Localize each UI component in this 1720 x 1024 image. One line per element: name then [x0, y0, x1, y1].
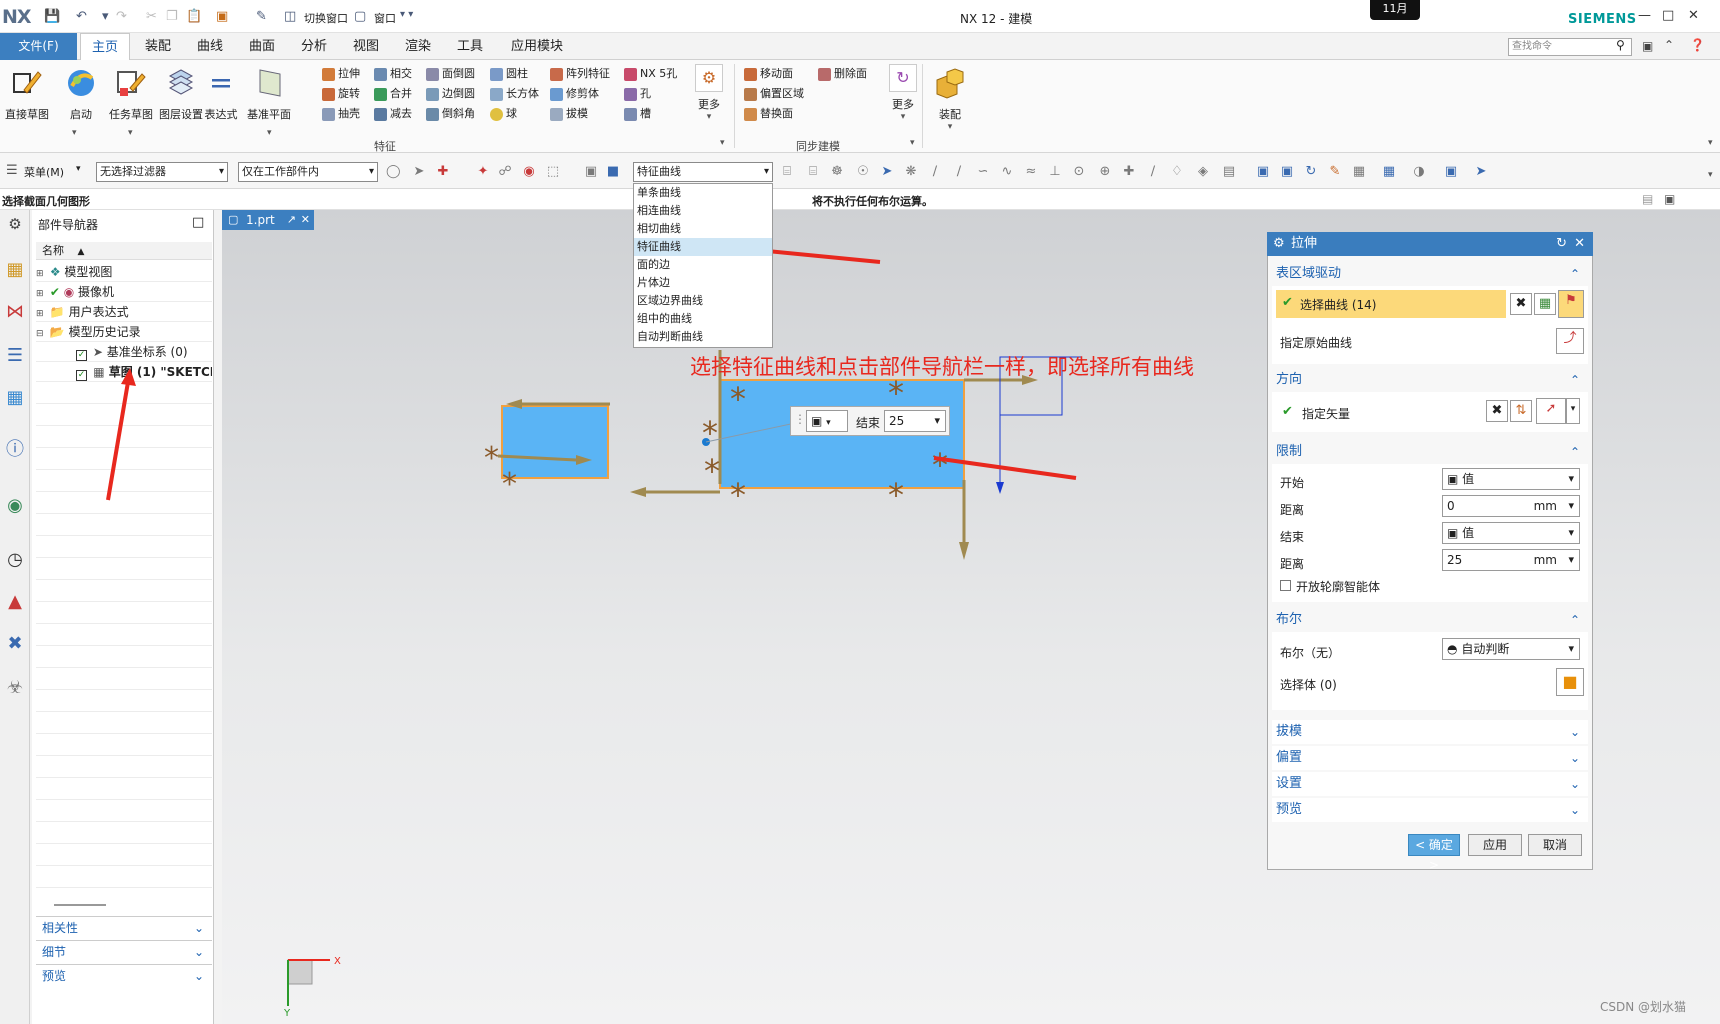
option-sheet-edges[interactable]: 片体边 [634, 274, 772, 292]
cube-icon: ▣ [1447, 472, 1459, 486]
boolean-icon: ◓ [1447, 642, 1458, 656]
section-header-preview[interactable]: 预览 ⌄ [1272, 798, 1588, 822]
close-icon[interactable]: ✕ [1574, 232, 1585, 256]
checkmark-icon: ✔ [1282, 404, 1293, 419]
apply-button[interactable]: 应用 [1468, 834, 1522, 856]
wcs-triad: X Y [283, 956, 341, 1016]
section-header-section[interactable]: 表区域驱动 ⌃ [1272, 262, 1588, 286]
triad-origin [287, 959, 313, 985]
curve-rule-icon[interactable]: ✖ [1510, 293, 1532, 315]
vector-dialog-icon[interactable]: ✖ [1486, 400, 1508, 422]
chevron-down-icon[interactable]: ▾ [1566, 398, 1580, 424]
section-curve-icon[interactable]: ⚑ [1558, 290, 1584, 318]
curve-rule-dropdown-list: 单条曲线 相连曲线 相切曲线 特征曲线 面的边 片体边 区域边界曲线 组中的曲线… [633, 183, 773, 348]
cube-icon: ▣ [1447, 526, 1459, 540]
chevron-down-icon: ⌄ [1569, 751, 1580, 765]
sketch-section-icon[interactable]: ▦ [1534, 293, 1556, 315]
select-curve-row[interactable]: ✔ 选择曲线 (14) [1276, 290, 1506, 318]
chevron-up-icon: ⌃ [1569, 267, 1580, 281]
option-connected-curves[interactable]: 相连曲线 [634, 202, 772, 220]
origin-curve-icon[interactable]: ⤴ [1556, 328, 1584, 354]
end-label: 结束 [1280, 530, 1305, 544]
section-header-boolean[interactable]: 布尔 ⌃ [1272, 608, 1588, 632]
section-header-limits[interactable]: 限制 ⌃ [1272, 440, 1588, 464]
section-header-draft[interactable]: 拔模 ⌄ [1272, 720, 1588, 744]
reverse-direction-icon[interactable]: ⇅ [1510, 400, 1532, 422]
distance-label: 距离 [1280, 503, 1305, 517]
checkmark-icon: ✔ [1282, 295, 1293, 310]
option-curves-in-group[interactable]: 组中的曲线 [634, 310, 772, 328]
y-axis-label: Y [283, 1008, 291, 1016]
option-single-curve[interactable]: 单条曲线 [634, 184, 772, 202]
specify-vector-label: 指定矢量 [1302, 407, 1351, 421]
end-limit-select[interactable]: ▣ 值 [1442, 522, 1580, 544]
inferred-vector-icon[interactable]: ➚ [1536, 398, 1566, 424]
annotation-arrow [106, 381, 130, 501]
chevron-up-icon: ⌃ [1569, 613, 1580, 627]
chevron-down-icon: ⌄ [1569, 777, 1580, 791]
distance-label: 距离 [1280, 557, 1305, 571]
chevron-down-icon: ⌄ [1569, 803, 1580, 817]
ok-button[interactable]: < 确定 > [1408, 834, 1460, 872]
chevron-down-icon: ⌄ [1569, 725, 1580, 739]
select-body-label: 选择体 (0) [1280, 678, 1337, 692]
option-face-edges[interactable]: 面的边 [634, 256, 772, 274]
section-header-direction[interactable]: 方向 ⌃ [1272, 368, 1588, 392]
option-region-boundary[interactable]: 区域边界曲线 [634, 292, 772, 310]
boolean-label: 布尔（无） [1280, 646, 1341, 660]
boolean-select[interactable]: ◓ 自动判断 [1442, 638, 1580, 660]
watermark: CSDN @划水猫 [1600, 1000, 1687, 1014]
arrow-head [121, 368, 136, 386]
chevron-up-icon: ⌃ [1569, 445, 1580, 459]
specify-origin-label: 指定原始曲线 [1280, 336, 1353, 350]
start-limit-select[interactable]: ▣ 值 [1442, 468, 1580, 490]
open-profile-checkbox[interactable] [1280, 580, 1291, 591]
section-header-settings[interactable]: 设置 ⌄ [1272, 772, 1588, 796]
chevron-up-icon: ⌃ [1569, 373, 1580, 387]
start-label: 开始 [1280, 476, 1305, 490]
option-infer-curves[interactable]: 自动判断曲线 [634, 328, 772, 346]
gear-icon[interactable]: ⚙ [1273, 232, 1285, 256]
open-profile-label: 开放轮廓智能体 [1296, 580, 1381, 594]
section-header-offset[interactable]: 偏置 ⌄ [1272, 746, 1588, 770]
option-tangent-curves[interactable]: 相切曲线 [634, 220, 772, 238]
dialog-title-bar: ⚙ 拉伸 ↻ ✕ [1267, 232, 1593, 256]
reset-icon[interactable]: ↻ [1556, 232, 1567, 256]
solid-body-icon[interactable]: ■ [1556, 668, 1584, 696]
start-distance-input[interactable]: 0 mm [1442, 495, 1580, 517]
cancel-button[interactable]: 取消 [1528, 834, 1582, 856]
x-axis-label: X [334, 956, 341, 967]
option-feature-curves[interactable]: 特征曲线 [634, 238, 772, 256]
end-distance-input[interactable]: 25 mm [1442, 549, 1580, 571]
